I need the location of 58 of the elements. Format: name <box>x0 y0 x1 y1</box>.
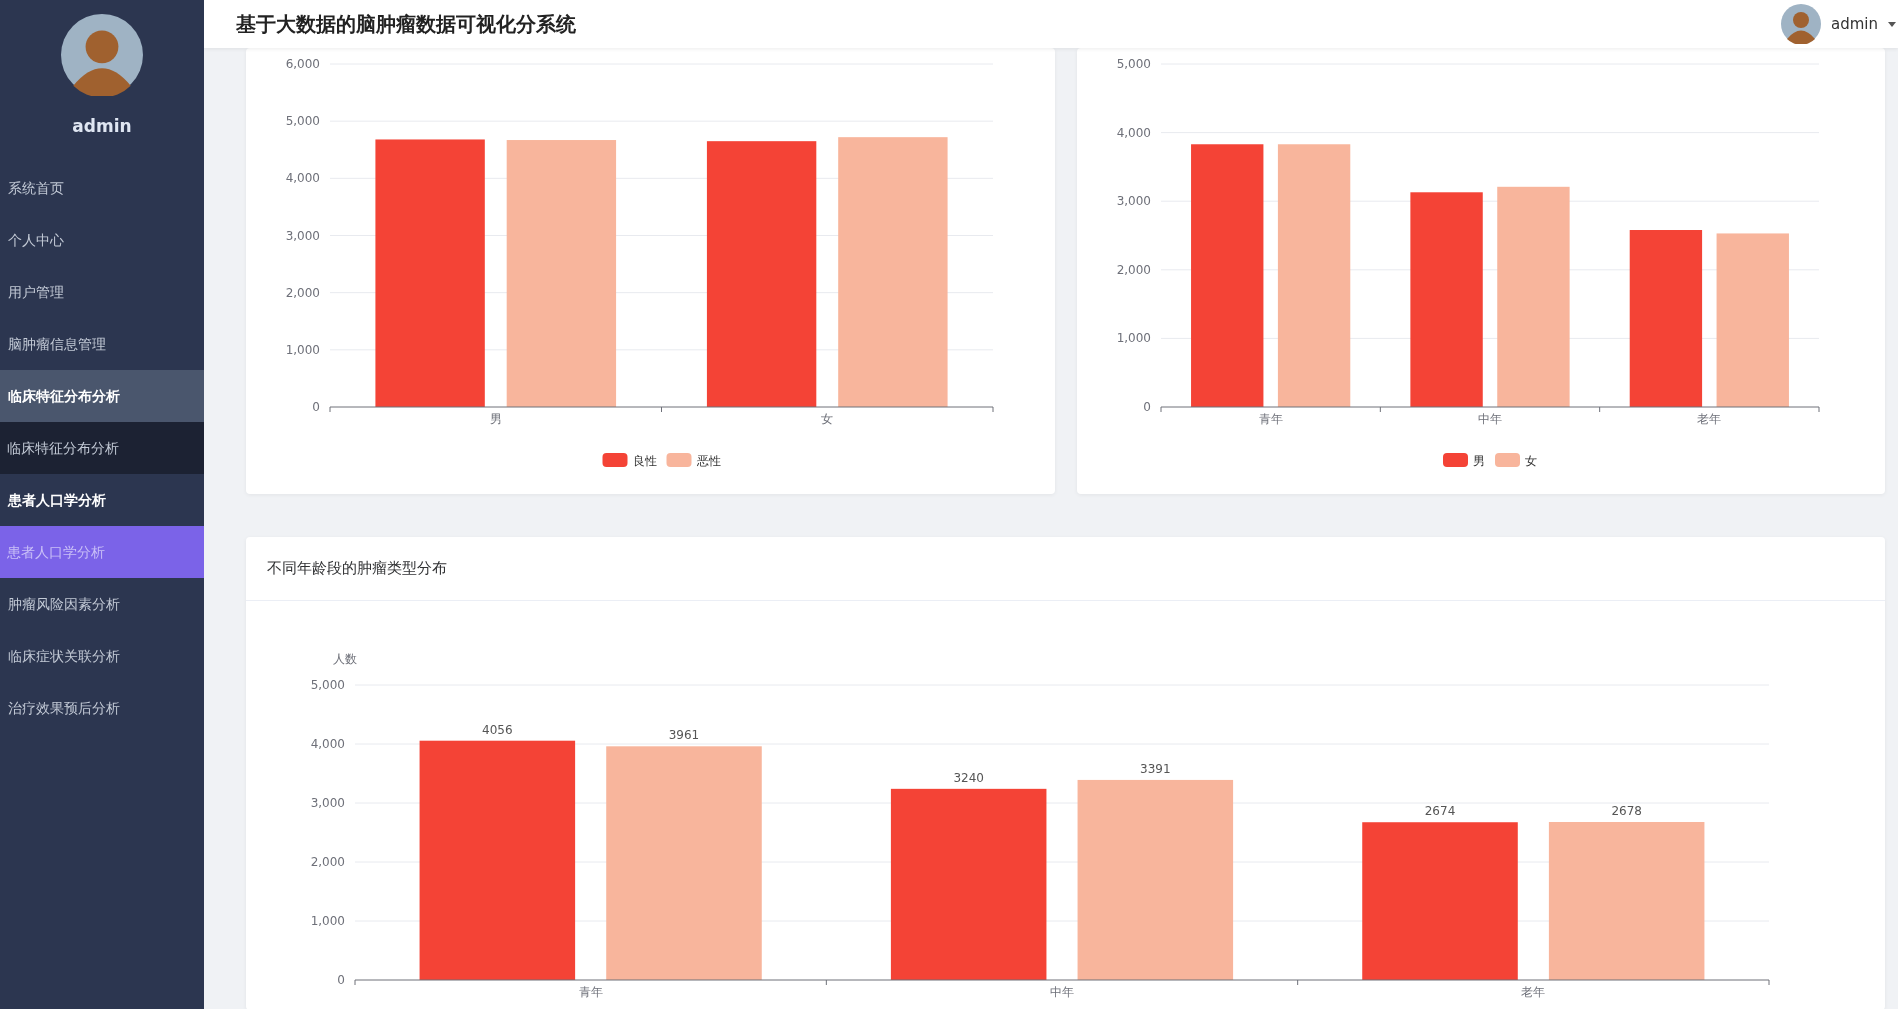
axis-label: 0 <box>1142 400 1151 414</box>
axis-label: 0 <box>312 400 320 414</box>
data-label: 3240 <box>953 770 984 785</box>
category-label: 青年 <box>578 985 603 999</box>
axis-label: 3,000 <box>310 796 345 810</box>
legend-swatch[interactable] <box>666 453 692 467</box>
axis-label: 3,000 <box>285 228 320 243</box>
axis-label: 4,000 <box>285 171 320 186</box>
menu-item[interactable]: 用户管理 <box>0 266 204 318</box>
category-label: 中年 <box>1477 412 1502 426</box>
axis-label: 0 <box>337 973 345 987</box>
data-label: 2674 <box>1424 804 1456 819</box>
legend-label[interactable]: 女 <box>1524 454 1537 468</box>
menu-item[interactable]: 临床症状关联分析 <box>0 630 204 682</box>
axis-label: 5,000 <box>310 678 345 692</box>
submenu-item[interactable]: 临床特征分布分析 <box>0 422 204 474</box>
axis-label: 2,000 <box>310 855 345 869</box>
axis-label: 5,000 <box>285 114 320 129</box>
category-label: 青年 <box>1258 412 1283 426</box>
menu-item[interactable]: 系统首页 <box>0 162 204 214</box>
category-label: 女 <box>821 412 834 426</box>
legend-label[interactable]: 恶性 <box>696 454 721 468</box>
axis-label: 4,000 <box>1116 125 1151 140</box>
axis-label: 2,000 <box>285 285 320 300</box>
legend-swatch[interactable] <box>602 453 628 467</box>
menu-group[interactable]: 临床特征分布分析 <box>0 370 204 422</box>
menu-group[interactable]: 患者人口学分析 <box>0 474 204 526</box>
data-label: 3961 <box>668 728 700 743</box>
axis-label: 4,000 <box>310 737 345 751</box>
category-label: 男 <box>489 412 502 426</box>
menu-item[interactable]: 肿瘤风险因素分析 <box>0 578 204 630</box>
legend-swatch[interactable] <box>1494 453 1520 467</box>
app-title: 基于大数据的脑肿瘤数据可视化分系统 <box>236 10 576 38</box>
legend-label[interactable]: 男 <box>1472 454 1485 468</box>
legend-swatch[interactable] <box>1442 453 1468 467</box>
axis-title: 人数 <box>333 652 357 666</box>
data-label: 2678 <box>1611 804 1642 818</box>
menu-item[interactable]: 个人中心 <box>0 214 204 266</box>
category-label: 中年 <box>1050 985 1074 999</box>
user-name: admin <box>72 116 132 136</box>
user-avatar <box>1781 4 1821 44</box>
axis-label: 1,000 <box>1116 331 1151 346</box>
axis-label: 1,000 <box>310 914 345 928</box>
caret-icon[interactable] <box>1888 21 1896 27</box>
legend-label[interactable]: 良性 <box>632 454 657 468</box>
category-label: 老年 <box>1521 985 1546 999</box>
menu-item[interactable]: 治疗效果预后分析 <box>0 682 204 734</box>
axis-label: 6,000 <box>285 57 320 71</box>
card-title: 不同年龄段的肿瘤类型分布 <box>246 537 1885 601</box>
axis-label: 5,000 <box>1116 57 1151 71</box>
axis-label: 3,000 <box>1116 194 1151 209</box>
user-menu[interactable]: admin <box>1831 15 1878 33</box>
axis-label: 2,000 <box>1116 262 1151 277</box>
category-label: 老年 <box>1696 412 1721 426</box>
data-label: 4056 <box>482 722 513 737</box>
menu-item[interactable]: 脑肿瘤信息管理 <box>0 318 204 370</box>
data-label: 3391 <box>1140 761 1171 776</box>
axis-label: 1,000 <box>285 342 320 357</box>
